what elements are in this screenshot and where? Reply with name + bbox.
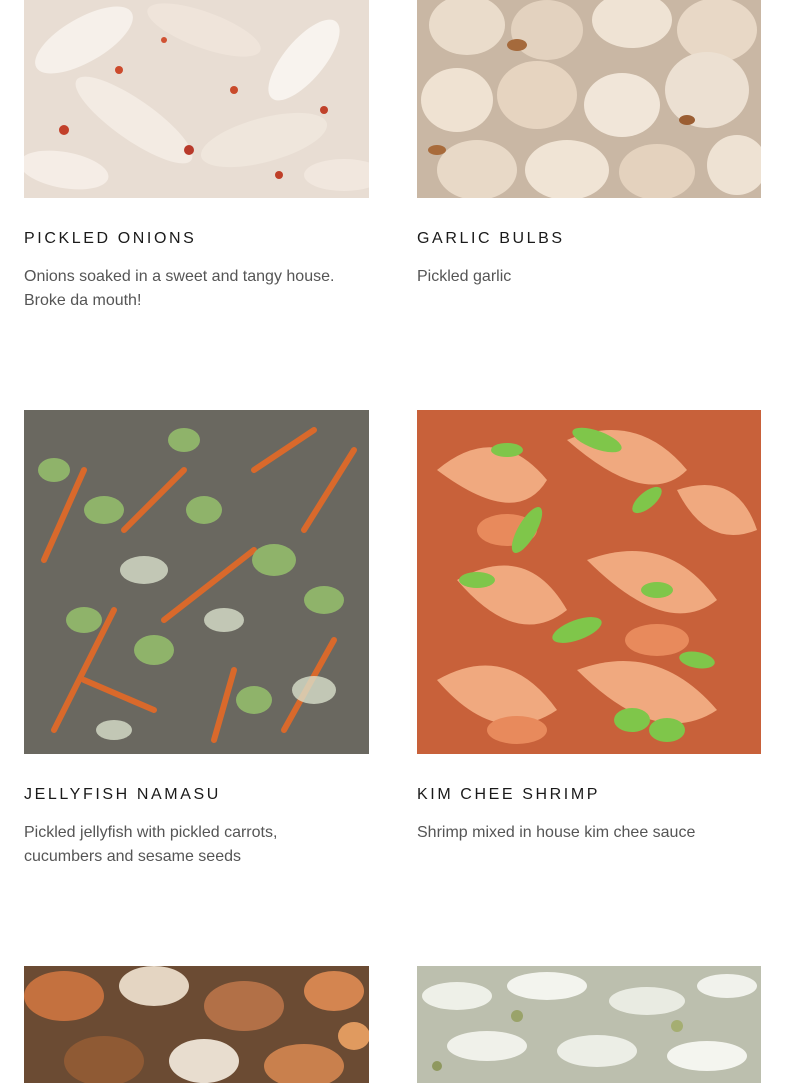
- menu-item-card: [24, 966, 369, 1083]
- menu-item-title: PICKLED ONIONS: [24, 230, 197, 247]
- menu-item-card: JELLYFISH NAMASU Pickled jellyfish with …: [24, 410, 369, 890]
- pickled-onions-photo: [24, 0, 369, 198]
- menu-item-title: KIM CHEE SHRIMP: [417, 786, 601, 803]
- menu-item-title: JELLYFISH NAMASU: [24, 786, 221, 803]
- menu-item-description: Shrimp mixed in house kim chee sauce: [417, 824, 696, 841]
- kim-chee-shrimp-photo: [417, 410, 761, 754]
- menu-item-card: PICKLED ONIONS Onions soaked in a sweet …: [24, 0, 369, 330]
- menu-item-description: Pickled jellyfish with pickled carrots, …: [24, 824, 278, 865]
- menu-item-card: [417, 966, 761, 1083]
- menu-item-title: GARLIC BULBS: [417, 230, 565, 247]
- white-pickle-photo: [417, 966, 761, 1083]
- crab-dish-photo: [24, 966, 369, 1083]
- jellyfish-namasu-photo: [24, 410, 369, 754]
- menu-item-description: Onions soaked in a sweet and tangy house…: [24, 268, 335, 309]
- menu-item-card: GARLIC BULBS Pickled garlic: [417, 0, 761, 330]
- menu-item-description: Pickled garlic: [417, 268, 512, 285]
- menu-item-card: KIM CHEE SHRIMP Shrimp mixed in house ki…: [417, 410, 761, 890]
- menu-grid: PICKLED ONIONS Onions soaked in a sweet …: [0, 0, 785, 1083]
- garlic-bulbs-photo: [417, 0, 761, 198]
